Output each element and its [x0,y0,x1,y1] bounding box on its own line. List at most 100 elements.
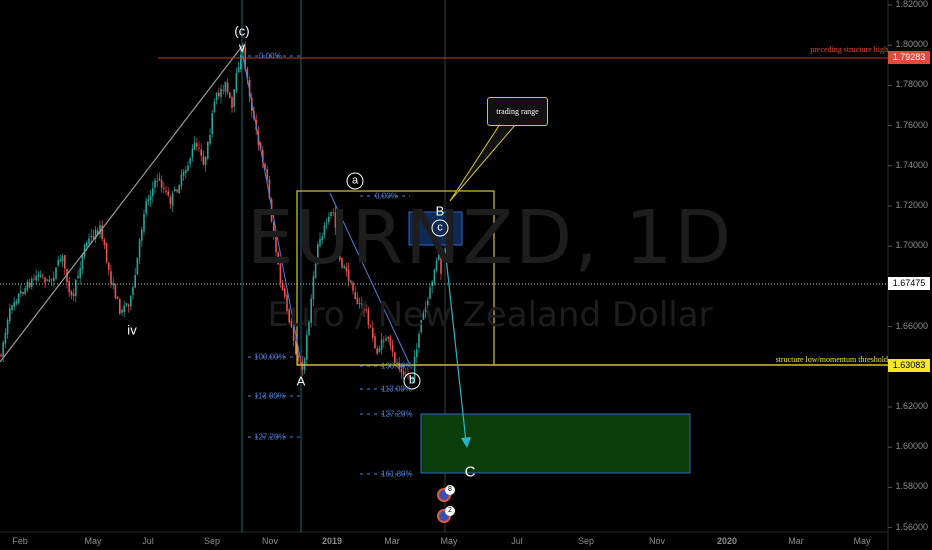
candle-body [438,254,440,261]
fib-left-0: 0.00% [259,51,282,61]
candle-body [9,308,11,321]
candle-body [193,142,196,150]
wave-label-B[interactable]: B [436,204,445,219]
candle-body [31,279,33,287]
candle-body [6,320,9,334]
candle-body [37,274,40,277]
candle-body [358,303,361,304]
candle-body [429,287,431,300]
candle-body [2,342,4,357]
candle-body [224,81,227,92]
candle-body [11,305,13,311]
candle-body [435,260,438,271]
candle-body [235,72,238,91]
x-tick-label: Sep [203,536,221,546]
fib-diagonal-a-b [329,192,411,366]
candle-body [323,225,326,236]
event-count-1: 8 [445,485,455,495]
candle-body [55,267,57,279]
price-label-high: 1.79283 [888,51,930,64]
candle-body [218,92,220,97]
fib-diagonal-v-A [242,55,301,358]
candle-body [213,101,216,112]
candle-body [319,239,321,246]
candle-body [266,169,268,180]
candle-body [88,238,90,244]
candle-body [433,269,436,283]
candle-body [383,340,385,342]
candle-body [130,296,132,307]
candle-body [374,336,376,349]
candle-body [341,258,343,268]
candle-body [13,301,15,307]
structure-low-label: structure low/momentum threshold [775,355,888,364]
y-tick-label: 1.78000 [895,79,928,90]
candle-body [332,211,334,213]
candle-body [292,327,295,341]
candle-body [310,298,312,323]
wave-label-c-major[interactable]: (c) [234,24,249,39]
candle-body [0,354,2,357]
y-tick-label: 1.72000 [895,200,928,210]
candle-body [160,179,163,188]
candle-body [132,287,134,295]
candle-body [152,188,154,196]
y-tick-label: 1.76000 [895,119,928,130]
candle-body [440,254,442,274]
callout-pointer [449,123,518,202]
candle-body [301,361,304,370]
trading-range-callout[interactable]: trading range [487,97,548,126]
candle-body [325,223,328,225]
candle-body [123,305,125,313]
wave-label-iv[interactable]: iv [127,323,136,338]
candle-body [372,327,374,338]
wave-label-A[interactable]: A [297,374,306,389]
candle-body [143,213,145,232]
y-tick-label: 1.56000 [895,521,928,532]
candle-body [4,332,7,344]
candle-body [343,266,345,269]
candle-body [167,191,169,196]
candle-body [229,92,231,98]
candle-body [185,170,187,174]
candle-body [231,97,233,109]
candle-body [64,254,66,269]
x-tick-label: May [440,536,458,546]
fib-left-113: 113.00% [254,391,285,401]
wave-label-a[interactable]: a [346,172,364,190]
candle-body [176,189,178,192]
fib-right-113: 113.00% [381,384,412,394]
candle-body [156,180,158,182]
projection-arrow [444,247,467,443]
x-tick-label: Feb [12,536,28,546]
candle-body [165,190,167,192]
candle-body [92,236,95,239]
candle-body [314,263,317,278]
event-marker-2[interactable]: 2 [437,506,455,523]
candle-body [50,279,53,281]
candle-body [215,92,218,100]
candle-body [17,293,20,303]
candle-body [182,171,185,176]
wave-label-c-minor[interactable]: c [431,219,449,237]
fib-right-127: 127.20% [381,409,413,419]
candle-body [125,303,128,306]
candle-body [75,279,77,296]
candle-body [321,236,323,241]
candle-body [347,269,350,282]
event-marker-1[interactable]: 8 [437,485,455,502]
x-tick-label: Jul [142,536,154,546]
wave-label-v[interactable]: v [239,40,246,55]
candle-body [79,268,81,278]
candle-body [402,371,405,375]
wave-label-C[interactable]: C [465,464,476,481]
candle-body [200,149,202,156]
candle-body [376,348,378,354]
candle-body [149,196,152,201]
candle-body [174,189,176,192]
x-tick-label: 2019 [321,536,343,546]
candle-body [284,288,286,297]
candle-body [418,333,420,348]
candle-body [356,297,359,304]
candle-body [57,260,59,266]
